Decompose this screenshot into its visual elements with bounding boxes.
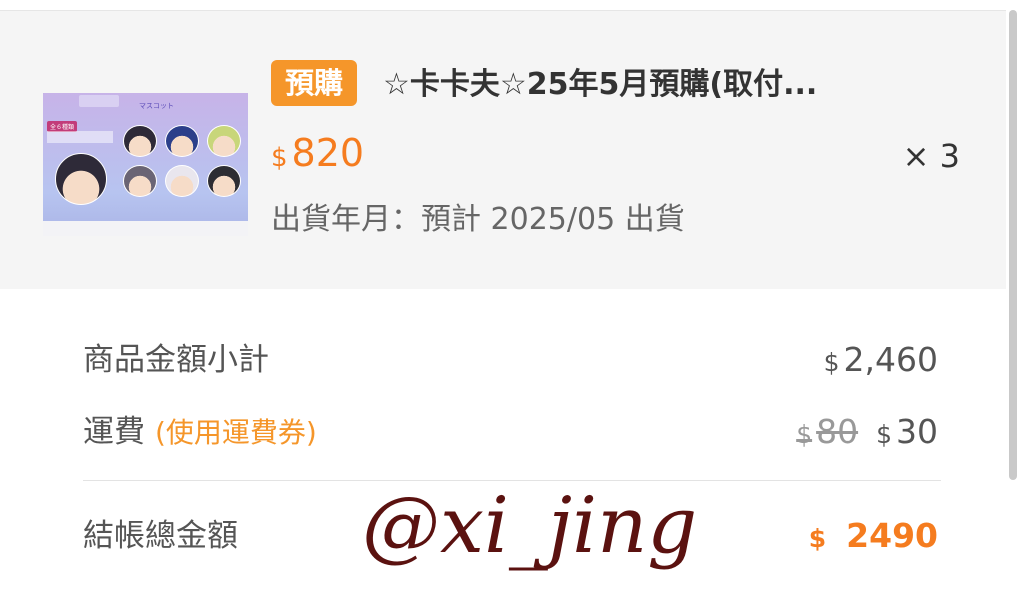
shipping-original-currency: $ (796, 420, 813, 449)
subtotal-value: $2,460 (824, 338, 938, 385)
thumbnail-mascot (207, 165, 241, 197)
scrollbar-thumb[interactable] (1009, 10, 1017, 480)
thumbnail-mascot-large (55, 153, 107, 205)
thumbnail-title: マスコット (139, 102, 174, 110)
shipping-currency: $ (876, 420, 892, 449)
thumbnail-mascot (123, 165, 157, 197)
thumbnail-mascot (165, 125, 199, 157)
product-name[interactable]: ☆卡卡夫☆25年5月預購(取付... (383, 62, 943, 108)
shipping-row-label: 運費 (使用運費券) (83, 410, 317, 455)
thumbnail-footer (43, 221, 248, 236)
subtotal-label: 商品金額小計 (83, 342, 269, 378)
subtotal-currency: $ (823, 348, 840, 377)
thumbnail-note (47, 131, 113, 143)
price-value: 820 (291, 131, 365, 175)
ship-date: 出貨年月：預計 2025/05 出貨 (271, 202, 685, 237)
total-amount: 2490 (846, 516, 938, 555)
product-quantity: × 3 (902, 137, 960, 175)
top-spacer (0, 0, 1024, 10)
shipping-coupon-link[interactable]: (使用運費券) (155, 416, 317, 449)
shipping-value: $80 $30 (796, 410, 938, 457)
thumbnail-mascot (207, 125, 241, 157)
product-thumbnail[interactable]: マスコット 全６種類 (43, 93, 248, 236)
thumbnail-mascot (165, 165, 199, 197)
price-currency: $ (271, 143, 288, 173)
total-currency: $ (808, 524, 827, 553)
thumbnail-mascot (123, 125, 157, 157)
total-value: $2490 (809, 514, 938, 561)
thumbnail-logo (79, 95, 119, 107)
shipping-original-fee: $80 (796, 412, 858, 451)
subtotal-amount: 2,460 (843, 340, 938, 379)
preorder-tag: 預購 (271, 60, 358, 106)
product-price: $820 (271, 130, 364, 181)
watermark-signature: @xi_jing (362, 481, 698, 571)
shipping-label: 運費 (83, 414, 145, 450)
total-label: 結帳總金額 (83, 518, 238, 554)
shipping-original-amount: 80 (816, 412, 859, 451)
shipping-amount: 30 (896, 412, 938, 451)
